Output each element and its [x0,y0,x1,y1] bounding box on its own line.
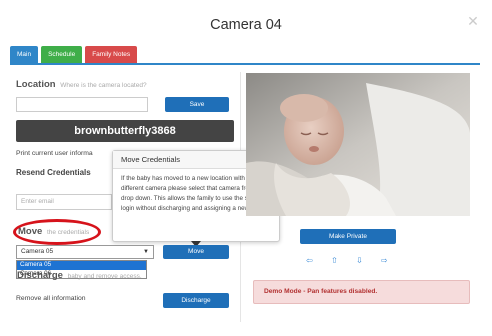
email-placeholder: Enter email [21,198,54,205]
save-button[interactable]: Save [165,97,229,112]
tab-family-notes[interactable]: Family Notes [85,46,138,63]
demo-mode-alert: Demo Mode - Pan features disabled. [253,280,470,304]
location-title: Location [16,79,56,90]
camera-feed-image [246,73,470,216]
discharge-button[interactable]: Discharge [163,293,229,308]
pan-right-icon[interactable]: ⇨ [381,256,388,265]
discharge-title: Discharge [17,270,63,281]
email-field[interactable]: Enter email [16,194,112,210]
highlight-annotation [13,219,101,245]
credential-code: brownbutterfly3868 [16,120,234,142]
discharge-heading-visible: Discharge baby and remove access. [17,270,142,281]
tab-rule [10,63,480,65]
camera-select-value: Camera 05 [21,248,54,255]
modal-title: Camera 04 [210,17,282,33]
location-input[interactable] [16,97,148,112]
remove-info-text: Remove all information [16,295,86,302]
discharge-hint: baby and remove access. [67,273,142,280]
dropdown-option[interactable]: Camera 05 [17,261,146,270]
pan-down-icon[interactable]: ⇩ [356,256,363,265]
close-icon[interactable]: ✕ [466,14,480,28]
location-heading: Location Where is the camera located? [16,79,147,90]
tab-schedule[interactable]: Schedule [41,46,83,63]
make-private-button[interactable]: Make Private [300,229,396,244]
location-hint: Where is the camera located? [60,82,147,89]
camera-modal: Camera 04 ✕ Main Schedule Family Notes L… [0,0,492,336]
resend-credentials-title: Resend Credentials [16,168,91,177]
move-button[interactable]: Move [163,245,229,259]
print-user-info-link[interactable]: Print current user informa [16,150,93,157]
pan-left-icon[interactable]: ⇦ [306,256,313,265]
camera-select[interactable]: Camera 05 ▼ [16,245,154,259]
tab-bar: Main Schedule Family Notes [10,46,138,63]
pan-up-icon[interactable]: ⇧ [331,256,338,265]
tab-main[interactable]: Main [10,46,39,63]
chevron-down-icon: ▼ [143,249,149,255]
